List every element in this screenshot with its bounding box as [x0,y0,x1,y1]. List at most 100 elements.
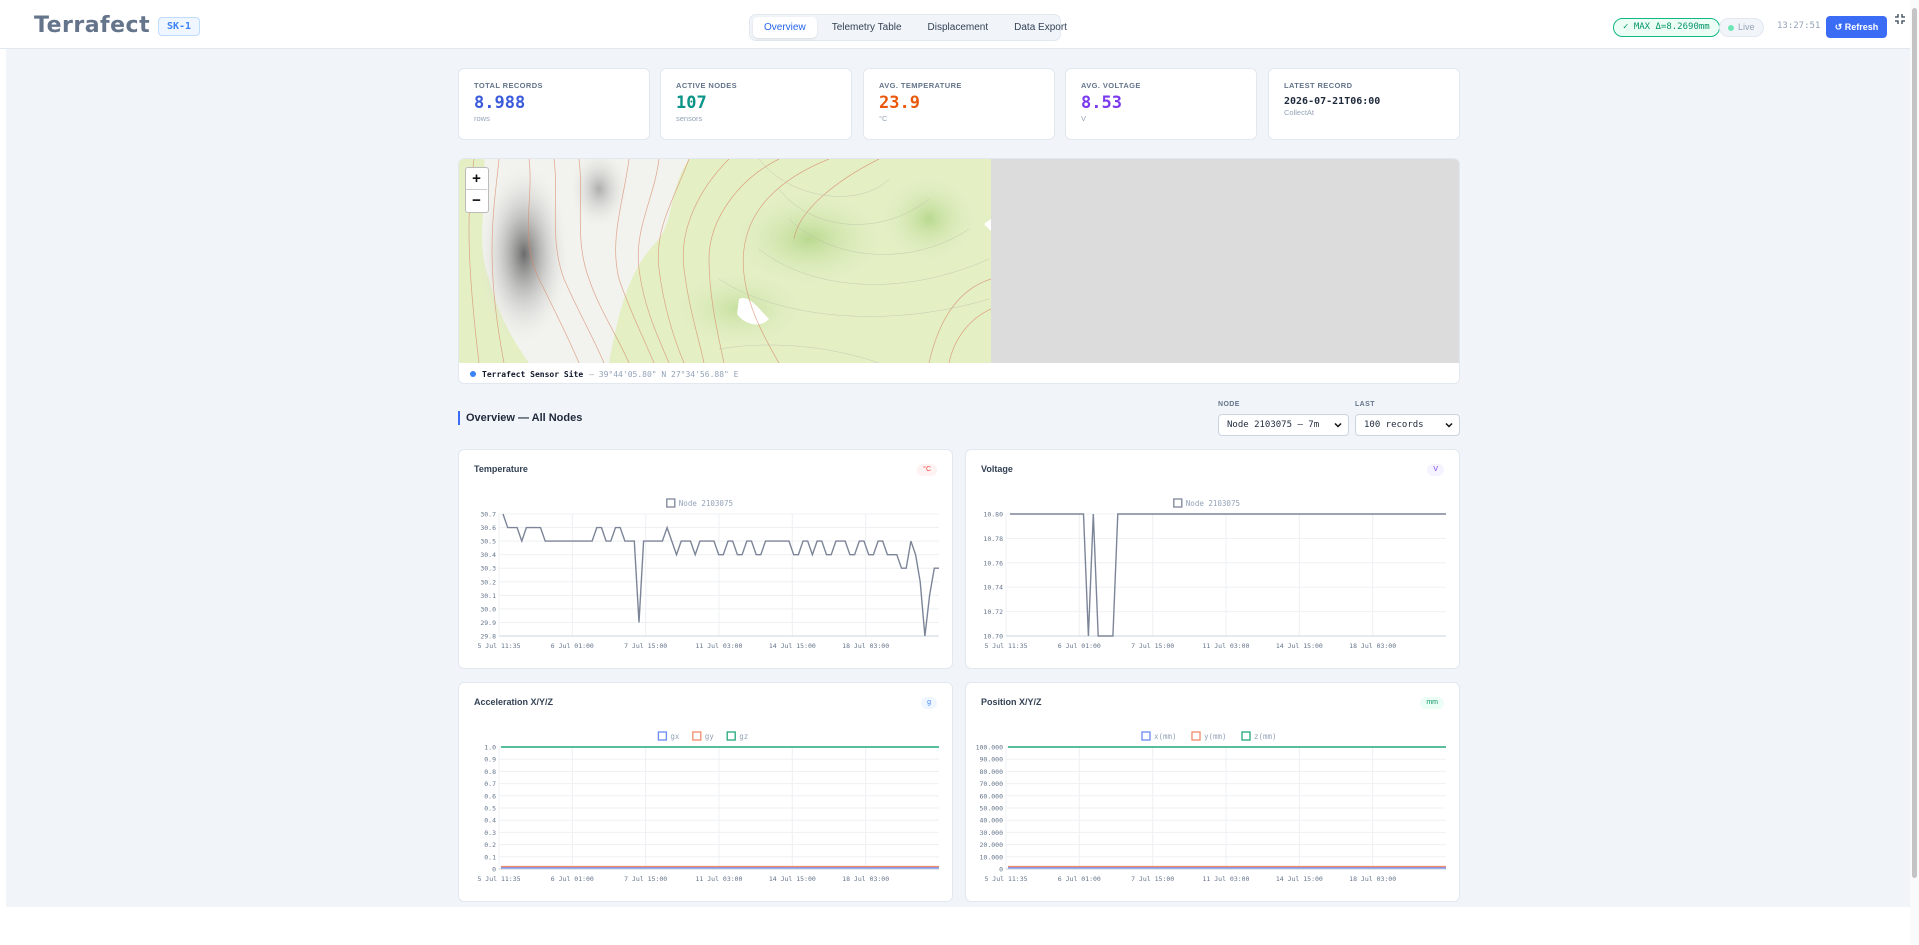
y-tick-label: 0 [492,866,496,874]
chart-card-position: Position X/Y/Z mm x(mm) y(mm) z(mm) 0 10.000… [965,682,1460,902]
y-tick-label: 0 [999,866,1003,874]
y-tick-label: 0.1 [484,853,496,861]
max-displacement-badge: ✓ MAX Δ=8.2690mm [1613,18,1720,37]
live-status-badge[interactable]: Live [1719,18,1764,37]
chart-card-acceleration: Acceleration X/Y/Z g gx gy gz 0 0.1 0.2 0.3 0.4… [458,682,953,902]
zoom-out-button[interactable]: − [466,189,487,210]
y-tick-label: 30.1 [480,592,496,600]
legend-label: gy [705,732,715,741]
stat-sub: rows [474,114,490,123]
chart-temperature: Node 2103075 29.8 29.9 30.0 30.1 30.2 30.3 30.4… [477,498,939,650]
y-tick-label: 10.78 [983,535,1003,543]
x-tick-label: 7 Jul 15:00 [1131,642,1174,650]
site-marker-icon [470,371,476,377]
y-tick-label: 80.000 [980,768,1004,776]
stat-card-avg-voltage: AVG. VOLTAGE 8.53 V [1065,68,1257,140]
y-tick-label: 0.8 [484,768,496,776]
stat-sub: sensors [676,114,703,123]
y-tick-label: 29.8 [480,633,496,641]
stat-label: LATEST RECORD [1284,81,1353,90]
x-tick-label: 14 Jul 15:00 [1276,642,1323,650]
map-canvas[interactable]: + − [459,159,1459,364]
stat-label: TOTAL RECORDS [474,81,543,90]
x-tick-label: 18 Jul 03:00 [1349,642,1396,650]
legend-label: Node 2103075 [1186,499,1240,508]
y-tick-label: 1.0 [484,744,496,752]
y-tick-label: 0.3 [484,829,496,837]
chevron-down-icon [1445,422,1453,428]
x-tick-label: 11 Jul 03:00 [1203,875,1250,883]
site-badge: SK-1 [158,17,201,36]
legend-swatch [657,731,668,741]
y-tick-label: 90.000 [980,756,1004,764]
scroll-thumb[interactable] [1912,8,1917,878]
tab-telemetry-table[interactable]: Telemetry Table [821,17,913,38]
refresh-button[interactable]: ↺ Refresh [1826,16,1887,38]
y-tick-label: 30.5 [480,538,496,546]
stat-card-total-records: TOTAL RECORDS 8.988 rows [458,68,650,140]
series-line [502,513,939,637]
node-select-value: Node 2103075 — 7m [1227,420,1320,430]
x-tick-label: 5 Jul 11:35 [477,642,520,650]
tab-data-export[interactable]: Data Export [1003,17,1078,38]
stat-value: 107 [676,93,707,113]
live-dot-icon [1728,24,1734,31]
tab-displacement[interactable]: Displacement [917,17,1000,38]
node-select[interactable]: Node 2103075 — 7m [1218,414,1349,436]
y-tick-label: 10.72 [983,608,1003,616]
main-tabs: Overview Telemetry Table Displacement Da… [749,14,1067,41]
y-tick-label: 10.74 [983,584,1003,592]
zoom-control: + − [465,167,489,213]
stat-card-active-nodes: ACTIVE NODES 107 sensors [660,68,852,140]
legend-swatch [1173,498,1183,508]
legend-swatch [692,731,702,741]
y-tick-label: 30.000 [980,829,1004,837]
legend-label: gz [739,732,748,741]
x-tick-label: 6 Jul 01:00 [551,642,594,650]
y-tick-label: 60.000 [980,792,1004,800]
legend-swatch [726,731,736,741]
legend-label: x(mm) [1154,732,1177,741]
section-title: Overview — All Nodes [458,411,582,425]
y-tick-label: 30.0 [480,605,496,613]
y-tick-label: 10.80 [983,511,1003,519]
stat-value: 8.988 [474,93,526,113]
last-records-select[interactable]: 100 records [1355,414,1460,436]
chart-voltage: Node 2103075 10.70 10.72 10.74 10.76 10.78 10.… [983,498,1446,650]
y-tick-label: 0.2 [484,841,496,849]
x-tick-label: 18 Jul 03:00 [1349,875,1396,883]
chart-card-temperature: Temperature °C Node 2103075 29.8 29.9 30.0 3… [458,449,953,669]
map-footer: Terrafect Sensor Site — 39°44'05.80" N 2… [459,363,1459,383]
collapse-arrows-icon[interactable] [1894,13,1906,25]
y-tick-label: 30.2 [480,578,496,586]
legend-swatch [1241,731,1251,741]
x-tick-label: 7 Jul 15:00 [624,642,667,650]
page-scrollbar[interactable] [1910,0,1919,945]
app-logo[interactable]: Terrafect [34,13,150,38]
legend-label: gx [670,732,680,741]
y-tick-label: 20.000 [980,841,1004,849]
legend-swatch [1191,731,1201,741]
y-tick-label: 30.3 [480,565,496,573]
stat-sub: °C [879,114,888,123]
x-tick-label: 5 Jul 11:35 [477,875,520,883]
stat-sub: V [1081,114,1087,123]
stat-value: 23.9 [879,93,920,113]
stat-label: AVG. VOLTAGE [1081,81,1141,90]
x-tick-label: 6 Jul 01:00 [1058,875,1101,883]
x-tick-label: 14 Jul 15:00 [1276,875,1323,883]
stat-label: ACTIVE NODES [676,81,738,90]
legend-swatch [666,498,676,508]
last-label: LAST [1355,401,1375,408]
y-tick-label: 0.5 [484,805,496,813]
x-tick-label: 14 Jul 15:00 [769,642,816,650]
tab-overview[interactable]: Overview [753,17,817,38]
x-tick-label: 7 Jul 15:00 [624,875,667,883]
chart-position: x(mm) y(mm) z(mm) 0 10.000 20.000 30.000 40.000… [976,731,1446,883]
x-tick-label: 6 Jul 01:00 [551,875,594,883]
x-tick-label: 14 Jul 15:00 [769,875,816,883]
zoom-in-button[interactable]: + [466,168,487,189]
legend-label: y(mm) [1204,732,1227,741]
legend-label: Node 2103075 [679,499,733,508]
y-tick-label: 70.000 [980,780,1004,788]
